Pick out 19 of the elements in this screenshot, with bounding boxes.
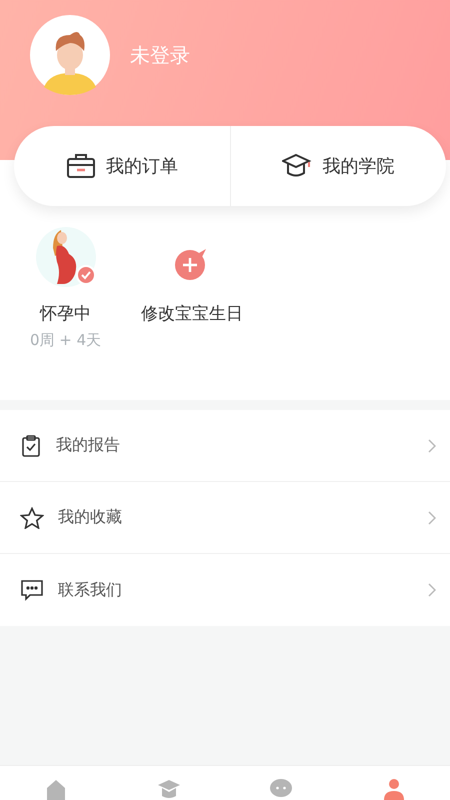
star-icon [20, 506, 44, 528]
user-avatar[interactable] [30, 15, 110, 95]
chevron-right-icon [428, 510, 436, 524]
graduation-cap-icon [156, 778, 181, 800]
menu-item[interactable]: 我的报告 [0, 410, 450, 482]
menu-item[interactable]: 联系我们 [0, 554, 450, 626]
home-icon [45, 778, 68, 800]
chevron-right-icon [428, 438, 436, 452]
shopping-bag-icon [66, 153, 96, 179]
graduation-cap-icon [282, 153, 312, 179]
chevron-right-icon [428, 583, 436, 597]
user-icon [382, 778, 405, 800]
shortcut-button[interactable]: 我的订单 [14, 126, 230, 206]
pregnancy-status[interactable]: 怀孕中 0周 + 4天 [30, 226, 102, 400]
menu-item[interactable]: 我的收藏 [0, 482, 450, 554]
message-icon [20, 579, 44, 601]
clipboard-icon [20, 434, 42, 456]
shortcut-button[interactable]: 我的学院 [230, 126, 446, 206]
edit-birthday-button[interactable]: 修改宝宝生日 [141, 226, 244, 400]
